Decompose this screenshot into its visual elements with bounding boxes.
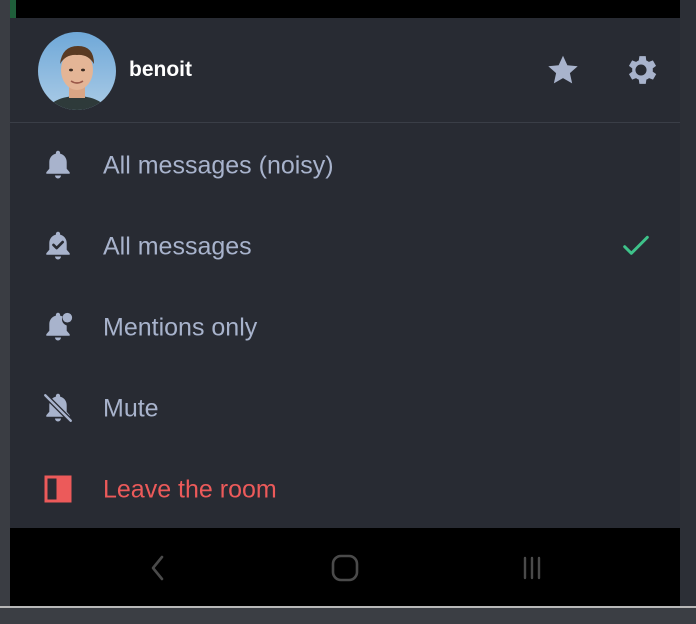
status-accent [10,0,16,18]
status-bar-area [10,0,680,18]
user-avatar-photo [38,32,116,110]
bell-dot-icon [38,307,78,347]
system-nav-bar [10,528,680,606]
menu-item-mentions-only[interactable]: Mentions only [10,287,680,368]
recents-icon [523,556,541,580]
nav-recents-button[interactable] [510,546,554,590]
bell-check-icon [38,226,78,266]
menu-label: Mentions only [103,313,258,341]
room-settings-button[interactable] [621,50,661,90]
home-icon [331,554,359,582]
bell-icon [38,145,78,185]
bell-off-icon [38,388,78,428]
star-icon [548,55,578,84]
avatar[interactable] [38,32,116,110]
nav-home-button[interactable] [323,546,367,590]
menu-item-all-messages[interactable]: All messages [10,206,680,287]
menu-label: Leave the room [103,475,277,503]
username: benoit [129,58,192,81]
check-icon [616,226,656,266]
gear-icon [628,56,657,84]
sheet-header: benoit [10,18,680,123]
background-edge [680,0,696,622]
room-notification-sheet: benoit All messages (noisy) All messages… [10,18,680,528]
back-chevron-icon [151,555,164,581]
window-bottom-edge [0,606,696,624]
menu-label: All messages [103,232,252,260]
nav-back-button[interactable] [136,546,180,590]
menu-item-all-messages-noisy[interactable]: All messages (noisy) [10,125,680,206]
menu-item-leave-room[interactable]: Leave the room [10,449,680,530]
favourite-button[interactable] [543,50,583,90]
leave-door-icon [38,469,78,509]
menu-item-mute[interactable]: Mute [10,368,680,449]
menu-label: All messages (noisy) [103,151,334,179]
menu-label: Mute [103,394,159,422]
